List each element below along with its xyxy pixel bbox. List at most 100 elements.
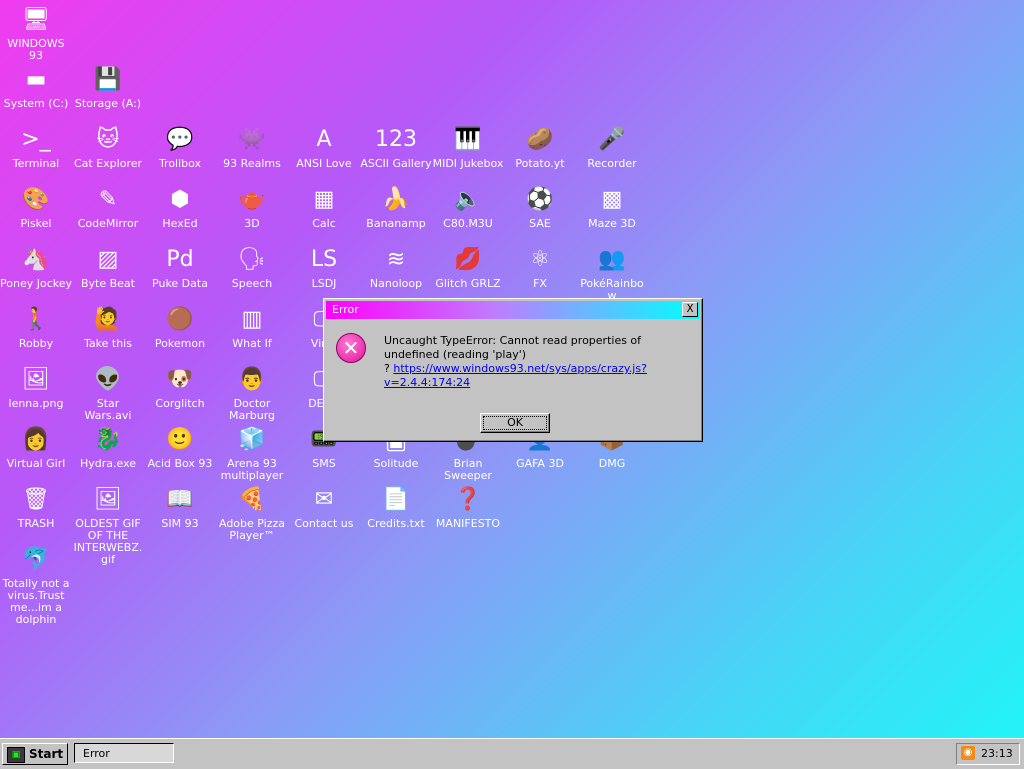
error-source: ? https://www.windows93.net/sys/apps/cra… bbox=[384, 362, 684, 390]
desktop-icon-label: CodeMirror bbox=[77, 217, 139, 230]
desktop-icon-label: ASCII Gallery bbox=[360, 157, 432, 170]
desktop-icon[interactable]: 🎨 Piskel bbox=[0, 180, 72, 230]
desktop-icon[interactable]: ≋ Nanoloop bbox=[360, 240, 432, 290]
desktop-icon[interactable]: 🐶 Corglitch bbox=[144, 360, 216, 410]
desktop-icon-label: Totally not a virus.Trust me...im a dolp… bbox=[2, 577, 70, 626]
desktop-icon[interactable]: 👥 PokéRainbow bbox=[576, 240, 648, 302]
desktop-icon[interactable]: 🦄 Poney Jockey bbox=[0, 240, 72, 290]
app-icon: 123 bbox=[375, 127, 417, 152]
desktop-icon[interactable]: 🔈 C80.M3U bbox=[432, 180, 504, 230]
desktop-icon-label: Puke Data bbox=[152, 277, 208, 290]
app-icon: ✎ bbox=[98, 187, 118, 212]
desktop-icon[interactable]: 💬 Trollbox bbox=[144, 120, 216, 170]
dialog-titlebar[interactable]: Error X bbox=[326, 301, 700, 319]
desktop-icon-label: 3D bbox=[244, 217, 260, 230]
desktop-icon[interactable]: 🗣 Speech bbox=[216, 240, 288, 290]
desktop-icon[interactable]: 🎹 MIDI Jukebox bbox=[432, 120, 504, 170]
desktop-icon[interactable]: 👾 93 Realms bbox=[216, 120, 288, 170]
desktop-icon[interactable]: 🐱 Cat Explorer bbox=[72, 120, 144, 170]
desktop-icon[interactable]: 💋 Glitch GRLZ bbox=[432, 240, 504, 290]
desktop-icon[interactable]: ▬ System (C:) bbox=[0, 60, 72, 110]
desktop-icon-label: Cat Explorer bbox=[73, 157, 143, 170]
app-icon: 💾 bbox=[94, 67, 122, 92]
system-tray: ◉ 23:13 bbox=[956, 743, 1020, 765]
desktop-icon[interactable]: Pd Puke Data bbox=[144, 240, 216, 290]
desktop-icon-label: GAFA 3D bbox=[516, 457, 564, 470]
desktop-icon-label: HexEd bbox=[162, 217, 198, 230]
taskbar-item-error[interactable]: Error bbox=[74, 743, 174, 763]
start-button[interactable]: ▣ Start bbox=[2, 743, 68, 765]
desktop-icon-label: Potato.yt bbox=[515, 157, 565, 170]
clock: 23:13 bbox=[981, 747, 1013, 760]
desktop-icon[interactable]: 🫖 3D bbox=[216, 180, 288, 230]
app-icon: 👽 bbox=[94, 367, 122, 392]
app-icon: 👩 bbox=[22, 427, 50, 452]
app-icon: 🐬 bbox=[22, 547, 50, 572]
app-icon: ▨ bbox=[97, 247, 119, 272]
app-icon: ⚛ bbox=[530, 247, 550, 272]
desktop-icon[interactable]: 🍕 Adobe Pizza Player™ bbox=[216, 480, 288, 542]
desktop-icon-label: Nanoloop bbox=[369, 277, 423, 290]
desktop-icon[interactable]: LS LSDJ bbox=[288, 240, 360, 290]
error-source-link[interactable]: https://www.windows93.net/sys/apps/crazy… bbox=[384, 362, 647, 389]
desktop-icon-label: Corglitch bbox=[155, 397, 205, 410]
desktop-icon[interactable]: 💾 Storage (A:) bbox=[72, 60, 144, 110]
desktop-icon[interactable]: 📖 SIM 93 bbox=[144, 480, 216, 530]
desktop-icon[interactable]: 🍌 Bananamp bbox=[360, 180, 432, 230]
app-icon: ▦ bbox=[313, 187, 335, 212]
desktop-icon[interactable]: 🐬 Totally not a virus.Trust me...im a dol… bbox=[0, 540, 72, 626]
app-icon: ≋ bbox=[386, 247, 406, 272]
desktop-icon[interactable]: 🥔 Potato.yt bbox=[504, 120, 576, 170]
app-icon: 🎹 bbox=[454, 127, 482, 152]
desktop-icon[interactable]: ⚛ FX bbox=[504, 240, 576, 290]
desktop-icon[interactable]: 🐉 Hydra.exe bbox=[72, 420, 144, 470]
desktop-icon[interactable]: ▥ What If bbox=[216, 300, 288, 350]
desktop-icon[interactable]: 🖼 OLDEST GIF OF THE INTERWEBZ.gif bbox=[72, 480, 144, 566]
desktop-icon[interactable]: 🖼 lenna.png bbox=[0, 360, 72, 410]
desktop-icon-label: Terminal bbox=[12, 157, 60, 170]
app-icon: 🎤 bbox=[598, 127, 626, 152]
desktop-icon[interactable]: 🖥 WINDOWS 93 bbox=[0, 0, 72, 62]
desktop-icon-label: SIM 93 bbox=[161, 517, 199, 530]
desktop-icon[interactable]: ✎ CodeMirror bbox=[72, 180, 144, 230]
app-icon: 🙂 bbox=[166, 427, 194, 452]
desktop-icon-label: Brian Sweeper bbox=[444, 457, 492, 482]
desktop-icon[interactable]: 🟤 Pokemon bbox=[144, 300, 216, 350]
desktop-icon[interactable]: 🙂 Acid Box 93 bbox=[144, 420, 216, 470]
app-icon: 🍕 bbox=[238, 487, 266, 512]
desktop-icon[interactable]: >_ Terminal bbox=[0, 120, 72, 170]
desktop-icon[interactable]: 🚶 Robby bbox=[0, 300, 72, 350]
desktop-icon[interactable]: 🗑 TRASH bbox=[0, 480, 72, 530]
error-source-prefix: ? bbox=[384, 362, 390, 375]
app-icon: ❓ bbox=[454, 487, 482, 512]
desktop-icon[interactable]: ❓ MANIFESTO bbox=[432, 480, 504, 530]
ok-button[interactable]: OK bbox=[480, 413, 550, 433]
app-icon: Pd bbox=[166, 247, 194, 272]
desktop-icon-label: ANSI Love bbox=[296, 157, 352, 170]
desktop-icon[interactable]: ✉ Contact us bbox=[288, 480, 360, 530]
desktop-icon[interactable]: 👩 Virtual Girl bbox=[0, 420, 72, 470]
desktop-icon[interactable]: 👽 Star Wars.avi bbox=[72, 360, 144, 422]
desktop-icon[interactable]: 🎤 Recorder bbox=[576, 120, 648, 170]
desktop-icon[interactable]: ▨ Byte Beat bbox=[72, 240, 144, 290]
app-icon: LS bbox=[310, 247, 338, 272]
desktop-icon[interactable]: 123 ASCII Gallery bbox=[360, 120, 432, 170]
close-button[interactable]: X bbox=[682, 302, 698, 317]
app-icon: ⚽ bbox=[526, 187, 554, 212]
desktop-icon-label: Arena 93 multiplayer bbox=[220, 457, 284, 482]
rss-icon[interactable]: ◉ bbox=[961, 746, 975, 760]
desktop-icon[interactable]: 📄 Credits.txt bbox=[360, 480, 432, 530]
desktop-icon[interactable]: A ANSI Love bbox=[288, 120, 360, 170]
app-icon: 🗣 bbox=[238, 247, 266, 272]
desktop-icon[interactable]: ⚽ SAE bbox=[504, 180, 576, 230]
desktop-icon[interactable]: ▩ Maze 3D bbox=[576, 180, 648, 230]
desktop-icon-label: Credits.txt bbox=[367, 517, 425, 530]
desktop-icon[interactable]: 👨 Doctor Marburg bbox=[216, 360, 288, 422]
app-icon: ✉ bbox=[314, 487, 334, 512]
desktop-icon[interactable]: 🙋 Take this bbox=[72, 300, 144, 350]
app-icon: A bbox=[316, 127, 332, 152]
desktop-icon[interactable]: ⬢ HexEd bbox=[144, 180, 216, 230]
app-icon: >_ bbox=[21, 127, 51, 152]
desktop-icon[interactable]: 🧊 Arena 93 multiplayer bbox=[216, 420, 288, 482]
desktop-icon[interactable]: ▦ Calc bbox=[288, 180, 360, 230]
